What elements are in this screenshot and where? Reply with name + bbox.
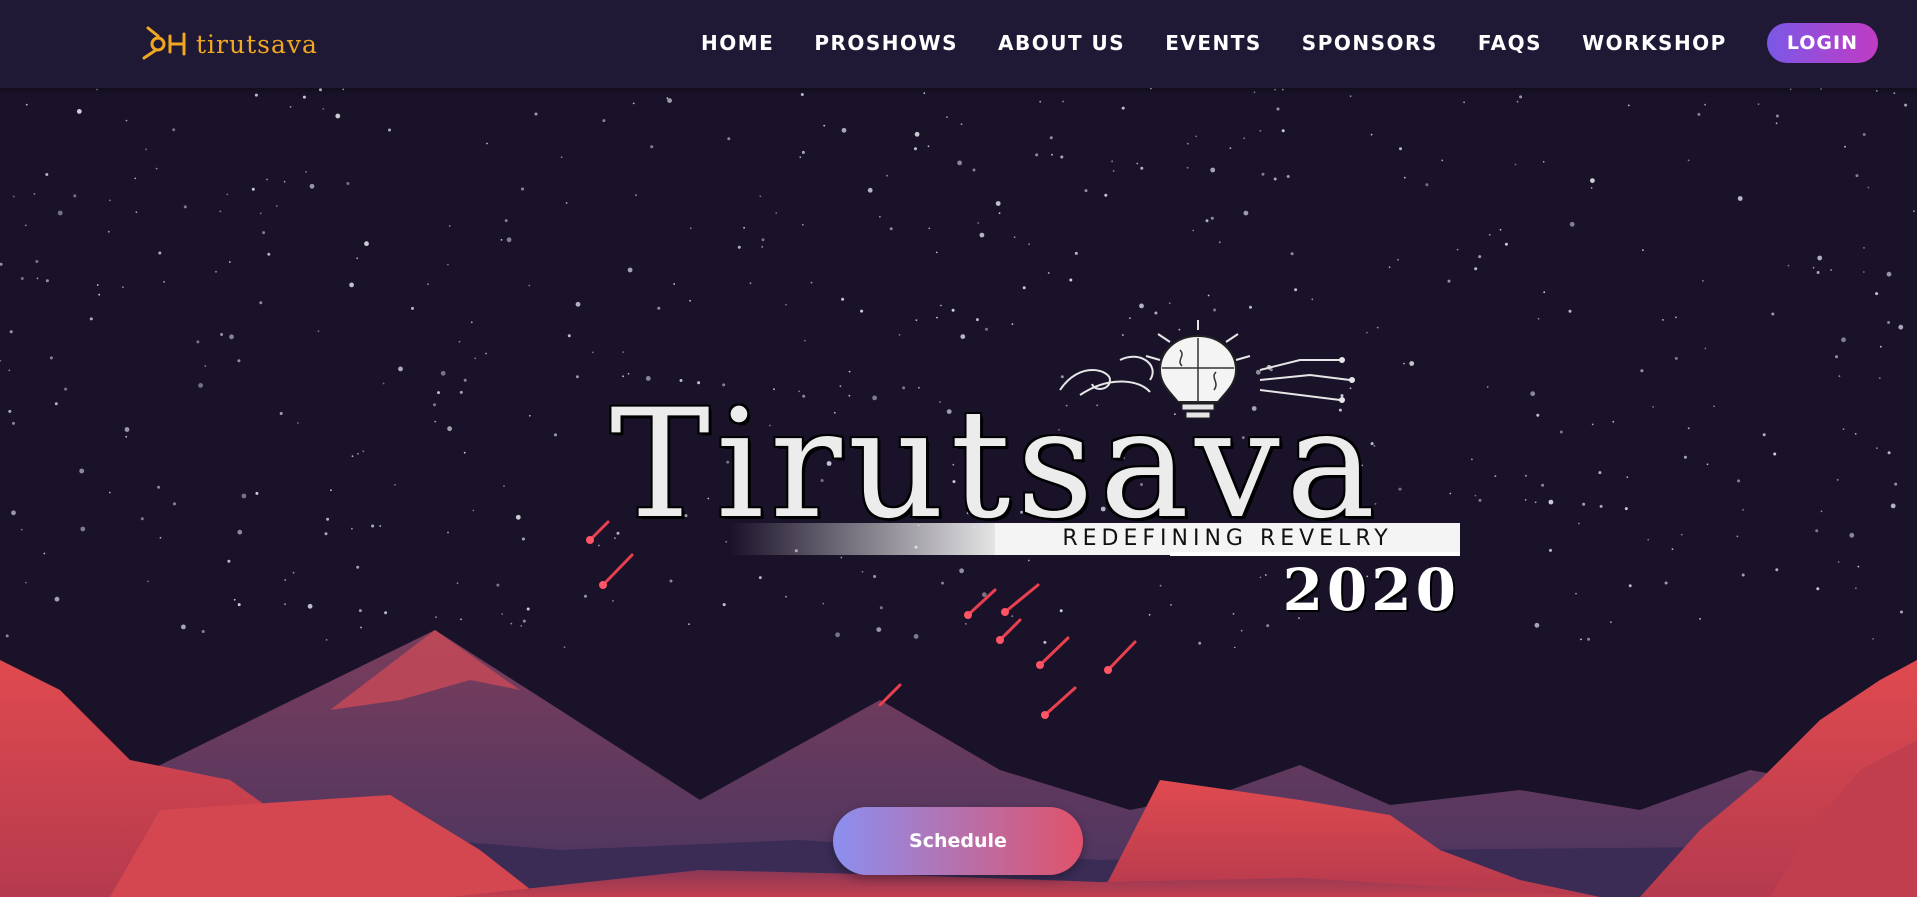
nav-proshows[interactable]: PROSHOWS [814,31,958,55]
hero-tagline: REDEFINING REVELRY [995,523,1460,555]
tagline-stripe [730,523,1000,555]
brand-emblem-icon [142,26,186,60]
nav-workshop[interactable]: WORKSHOP [1582,31,1727,55]
hero-logo: Tirutsava REDEFINING REVELRY 2020 [470,320,1460,660]
navbar: tirutsava HOME PROSHOWS ABOUT US EVENTS … [0,0,1917,88]
brand-logo[interactable]: tirutsava [140,22,318,66]
nav-sponsors[interactable]: SPONSORS [1302,31,1438,55]
nav-faqs[interactable]: FAQS [1478,31,1542,55]
schedule-button[interactable]: Schedule [833,807,1083,875]
login-button[interactable]: LOGIN [1766,23,1878,63]
hero-title: Tirutsava [610,378,1382,552]
nav-home[interactable]: HOME [701,31,774,55]
nav-events[interactable]: EVENTS [1165,31,1262,55]
nav-menu: HOME PROSHOWS ABOUT US EVENTS SPONSORS F… [701,22,1878,64]
brand-name: tirutsava [196,29,318,59]
hero-year: 2020 [1170,552,1460,624]
nav-about-us[interactable]: ABOUT US [998,31,1125,55]
